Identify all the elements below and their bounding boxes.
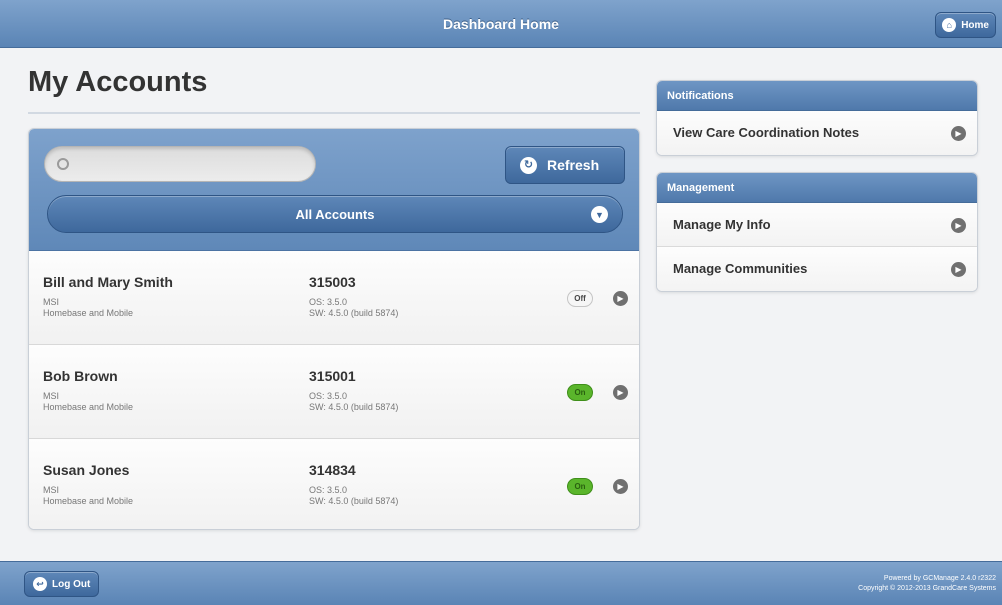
account-id: 314834 bbox=[309, 462, 356, 478]
logout-button-label: Log Out bbox=[52, 578, 91, 590]
account-name: Bob Brown bbox=[43, 368, 118, 384]
home-icon: ⌂ bbox=[942, 18, 957, 32]
accounts-toolbar: ↻ Refresh All Accounts ▼ bbox=[29, 129, 639, 251]
powered-by-text: Powered by GCManage 2.4.0 r2322 bbox=[883, 575, 996, 582]
account-os-version: OS: 3.5.0 bbox=[309, 297, 348, 307]
refresh-button-label: Refresh bbox=[547, 157, 600, 173]
account-sw-version: SW: 4.5.0 (build 5874) bbox=[309, 308, 399, 318]
side-item-label: Manage Communities bbox=[673, 261, 808, 276]
account-row[interactable]: Bill and Mary Smith MSI Homebase and Mob… bbox=[29, 251, 639, 345]
account-os-version: OS: 3.5.0 bbox=[309, 485, 348, 495]
account-name: Bill and Mary Smith bbox=[43, 274, 173, 290]
manage-communities-item[interactable]: Manage Communities ▶ bbox=[657, 247, 977, 291]
side-item-label: Manage My Info bbox=[673, 217, 771, 232]
home-button[interactable]: ⌂ Home bbox=[935, 12, 996, 38]
account-id: 315003 bbox=[309, 274, 356, 290]
logout-button[interactable]: ↩ Log Out bbox=[24, 571, 100, 597]
chevron-right-icon[interactable]: ▶ bbox=[613, 385, 628, 400]
notifications-header: Notifications bbox=[657, 81, 977, 111]
accounts-filter-value: All Accounts bbox=[295, 206, 375, 222]
refresh-button[interactable]: ↻ Refresh bbox=[505, 146, 625, 184]
accounts-list: Bill and Mary Smith MSI Homebase and Mob… bbox=[29, 251, 639, 529]
account-status-toggle[interactable]: On bbox=[567, 478, 593, 495]
notifications-panel: Notifications View Care Coordination Not… bbox=[656, 80, 978, 156]
search-field[interactable] bbox=[44, 146, 316, 182]
chevron-right-icon: ▶ bbox=[951, 126, 966, 141]
search-input[interactable] bbox=[75, 157, 305, 171]
account-name: Susan Jones bbox=[43, 462, 130, 478]
copyright-text: Copyright © 2012-2013 GrandCare Systems bbox=[858, 585, 996, 592]
accounts-panel: ↻ Refresh All Accounts ▼ Bill and Mary S… bbox=[28, 128, 640, 530]
account-type: MSI bbox=[43, 297, 60, 307]
footer-bar: ↩ Log Out Powered by GCManage 2.4.0 r232… bbox=[0, 561, 1002, 605]
refresh-icon: ↻ bbox=[520, 156, 537, 174]
search-icon bbox=[57, 158, 69, 170]
management-panel: Management Manage My Info ▶ Manage Commu… bbox=[656, 172, 978, 292]
chevron-right-icon: ▶ bbox=[951, 218, 966, 233]
account-type: MSI bbox=[43, 485, 60, 495]
accounts-filter-select[interactable]: All Accounts ▼ bbox=[47, 195, 623, 233]
home-button-label: Home bbox=[961, 19, 989, 31]
account-status-toggle[interactable]: Off bbox=[567, 290, 593, 307]
side-item-label: View Care Coordination Notes bbox=[673, 125, 860, 140]
account-row[interactable]: Susan Jones MSI Homebase and Mobile 3148… bbox=[29, 439, 639, 529]
chevron-right-icon[interactable]: ▶ bbox=[613, 291, 628, 306]
account-sw-version: SW: 4.5.0 (build 5874) bbox=[309, 402, 399, 412]
account-sw-version: SW: 4.5.0 (build 5874) bbox=[309, 496, 399, 506]
chevron-right-icon: ▶ bbox=[951, 262, 966, 277]
page-header-title: Dashboard Home bbox=[443, 15, 559, 32]
footer-credits: Powered by GCManage 2.4.0 r2322 Copyrigh… bbox=[858, 574, 996, 594]
management-header: Management bbox=[657, 173, 977, 203]
account-platform: Homebase and Mobile bbox=[43, 496, 134, 506]
title-divider bbox=[28, 112, 640, 114]
account-platform: Homebase and Mobile bbox=[43, 308, 134, 318]
view-care-coordination-notes-item[interactable]: View Care Coordination Notes ▶ bbox=[657, 111, 977, 155]
account-id: 315001 bbox=[309, 368, 356, 384]
chevron-right-icon[interactable]: ▶ bbox=[613, 479, 628, 494]
account-platform: Homebase and Mobile bbox=[43, 402, 134, 412]
top-bar: Dashboard Home ⌂ Home bbox=[0, 0, 1002, 48]
account-row[interactable]: Bob Brown MSI Homebase and Mobile 315001… bbox=[29, 345, 639, 439]
account-type: MSI bbox=[43, 391, 60, 401]
page-title: My Accounts bbox=[28, 66, 208, 98]
logout-icon: ↩ bbox=[33, 577, 47, 591]
account-os-version: OS: 3.5.0 bbox=[309, 391, 348, 401]
manage-my-info-item[interactable]: Manage My Info ▶ bbox=[657, 203, 977, 247]
chevron-down-icon: ▼ bbox=[591, 206, 608, 223]
account-status-toggle[interactable]: On bbox=[567, 384, 593, 401]
